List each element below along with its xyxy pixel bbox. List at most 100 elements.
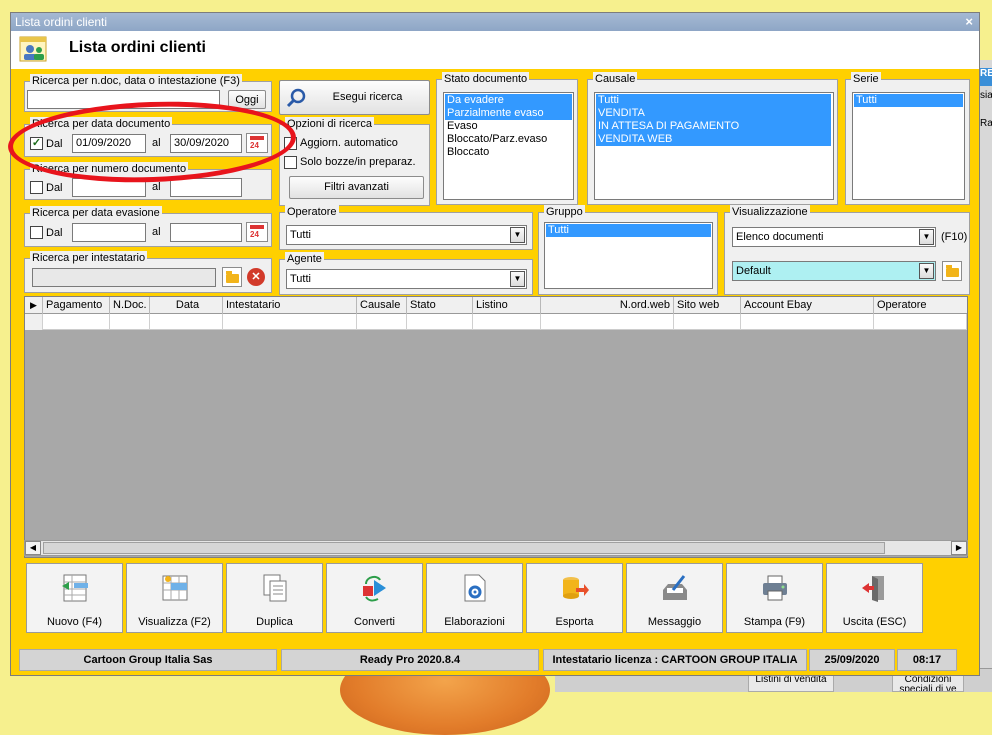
column-header[interactable]: Sito web [674,297,741,314]
list-item[interactable]: VENDITA WEB [596,133,831,146]
new-button-label: Nuovo (F4) [46,616,103,628]
view-mode-select[interactable]: Elenco documenti ▼ [732,227,936,247]
auto-update-label: Aggiorn. automatico [300,137,398,149]
causale-legend: Causale [593,72,638,86]
search-holder-legend: Ricerca per intestatario [30,251,148,265]
drafts-only-checkbox[interactable] [284,156,297,169]
oggi-button[interactable]: Oggi [228,90,266,109]
serie-group: Serie Tutti [845,72,970,205]
status-listbox[interactable]: Da evadere Parzialmente evaso Evaso Bloc… [443,92,574,200]
search-doc-legend: Ricerca per n.doc, data o intestazione (… [30,74,242,88]
operator-select[interactable]: Tutti ▼ [286,225,527,245]
folder-icon[interactable] [942,261,962,281]
column-header[interactable]: Causale [357,297,407,314]
group-group: Gruppo Tutti [538,205,718,295]
folder-icon[interactable] [222,267,242,287]
search-doc-input[interactable] [27,90,220,109]
search-date-legend: Ricerca per data documento [30,117,173,131]
view-layout-select[interactable]: Default ▼ [732,261,936,281]
status-license: Intestatario licenza : CARTOON GROUP ITA… [543,649,807,671]
convert-button-label: Converti [354,616,395,628]
column-header[interactable]: Intestatario [223,297,357,314]
chevron-down-icon[interactable]: ▼ [919,229,934,245]
date-to-input[interactable]: 30/09/2020 [170,134,242,153]
column-header[interactable]: Stato [407,297,473,314]
close-icon[interactable]: × [965,13,973,31]
main-window: Lista ordini clienti × Lista ordini clie… [10,12,980,676]
holder-input[interactable] [32,268,216,287]
search-options-group: Opzioni di ricerca Aggiorn. automatico S… [279,117,430,206]
list-item[interactable]: Bloccato [445,146,572,159]
date-from-input[interactable]: 01/09/2020 [72,134,146,153]
dal-label: Dal [46,182,63,194]
column-header[interactable]: N.ord.web [541,297,674,314]
print-button[interactable]: Stampa (F9) [726,563,823,633]
processing-button[interactable]: Elaborazioni [426,563,523,633]
new-button[interactable]: Nuovo (F4) [26,563,123,633]
duplicate-button[interactable]: Duplica [226,563,323,633]
status-version: Ready Pro 2020.8.4 [281,649,539,671]
advanced-filters-button[interactable]: Filtri avanzati [289,176,424,199]
list-item[interactable]: Tutti [854,94,963,107]
evasion-from-input[interactable] [72,223,146,242]
convert-button[interactable]: Converti [326,563,423,633]
column-header[interactable]: Pagamento [43,297,110,314]
status-company: Cartoon Group Italia Sas [19,649,277,671]
dal-label: Dal [46,138,63,150]
row-selector-icon: ▶ [25,297,43,314]
group-listbox[interactable]: Tutti [544,222,713,289]
search-evasion-legend: Ricerca per data evasione [30,206,162,220]
export-icon [563,577,589,599]
view-button[interactable]: Visualizza (F2) [126,563,223,633]
exit-button[interactable]: Uscita (ESC) [826,563,923,633]
customers-orders-icon [19,36,47,62]
background-text: sia [980,90,992,101]
column-header[interactable]: Operatore [874,297,967,314]
evasion-to-input[interactable] [170,223,242,242]
horizontal-scrollbar[interactable]: ◀ ▶ [24,540,968,556]
column-header[interactable]: Account Ebay [741,297,874,314]
scroll-right-icon[interactable]: ▶ [951,541,967,555]
serie-listbox[interactable]: Tutti [852,92,965,200]
list-item[interactable]: Parzialmente evaso [445,107,572,120]
chevron-down-icon[interactable]: ▼ [919,263,934,279]
column-header[interactable]: Data [150,297,223,314]
list-item[interactable]: VENDITA [596,107,831,120]
list-item[interactable]: Da evadere [445,94,572,107]
list-item[interactable]: Tutti [596,94,831,107]
calendar-icon[interactable]: 24 [246,133,268,153]
column-header[interactable]: Listino [473,297,541,314]
list-item[interactable]: IN ATTESA DI PAGAMENTO [596,120,831,133]
search-date-checkbox[interactable]: ✓ [30,137,43,150]
auto-update-checkbox[interactable] [284,137,297,150]
table-row[interactable] [25,314,967,330]
message-button-label: Messaggio [647,616,702,628]
search-evasion-checkbox[interactable] [30,226,43,239]
scroll-left-icon[interactable]: ◀ [25,541,41,555]
orders-grid[interactable]: ▶ Pagamento N.Doc. Data Intestatario Cau… [24,296,968,558]
status-time: 08:17 [897,649,957,671]
drafts-only-label: Solo bozze/in preparaz. [300,156,416,168]
view-table-icon [162,575,188,601]
export-button[interactable]: Esporta [526,563,623,633]
scrollbar-thumb[interactable] [43,542,885,554]
calendar-icon[interactable]: 24 [246,222,268,242]
gear-document-icon [464,574,486,602]
message-button[interactable]: Messaggio [626,563,723,633]
clear-icon[interactable]: ✕ [247,268,265,286]
al-label: al [152,137,161,149]
column-header[interactable]: N.Doc. [110,297,150,314]
causale-listbox[interactable]: Tutti VENDITA IN ATTESA DI PAGAMENTO VEN… [594,92,834,200]
search-button[interactable]: Esegui ricerca [279,80,430,115]
list-item[interactable]: Bloccato/Parz.evaso [445,133,572,146]
chevron-down-icon[interactable]: ▼ [510,227,525,243]
chevron-down-icon[interactable]: ▼ [510,271,525,287]
search-number-checkbox[interactable] [30,181,43,194]
status-legend: Stato documento [442,72,530,86]
printer-icon [763,575,787,601]
agent-select[interactable]: Tutti ▼ [286,269,527,289]
list-item[interactable]: Tutti [546,224,711,237]
number-to-input[interactable] [170,178,242,197]
list-item[interactable]: Evaso [445,120,572,133]
number-from-input[interactable] [72,178,146,197]
